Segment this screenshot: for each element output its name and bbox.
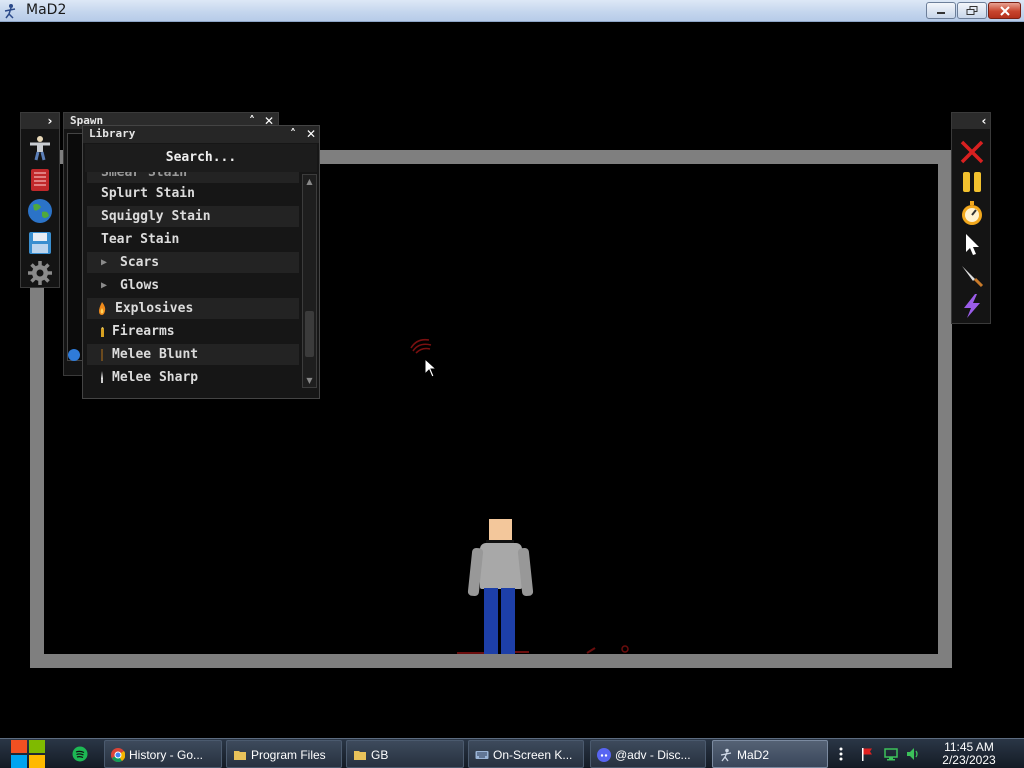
taskbar-item-chrome[interactable]: History - Go... — [104, 740, 222, 768]
close-library-icon[interactable]: ✕ — [304, 127, 318, 141]
more-options-icon[interactable] — [836, 747, 846, 761]
taskbar-item-onscreen-keyboard[interactable]: On-Screen K... — [468, 740, 584, 768]
knife-tool-icon[interactable] — [959, 262, 985, 288]
list-item[interactable]: Splurt Stain — [87, 183, 299, 204]
ragdoll-right-leg — [501, 588, 515, 654]
category-firearms[interactable]: Firearms — [87, 321, 299, 342]
scroll-down-icon[interactable]: ▼ — [304, 375, 315, 386]
clock-date: 2/23/2023 — [942, 753, 996, 767]
list-item[interactable]: Squiggly Stain — [87, 206, 299, 227]
list-item[interactable]: Tear Stain — [87, 229, 299, 250]
ragdoll-human[interactable] — [467, 516, 534, 656]
list-item[interactable]: Smear Stain — [87, 172, 299, 183]
system-clock[interactable]: 11:45 AM 2/23/2023 — [932, 741, 1006, 767]
minimize-icon — [937, 11, 945, 14]
restore-button[interactable] — [957, 2, 987, 19]
flame-icon — [99, 302, 106, 315]
library-panel: Library ˄ ✕ Search... Smear Stain Splurt… — [82, 125, 320, 399]
expand-chevron-icon[interactable]: › — [43, 114, 57, 128]
restore-icon — [966, 5, 978, 15]
taskbar-item-mad2[interactable]: MaD2 — [712, 740, 828, 768]
library-list: Smear Stain Splurt Stain Squiggly Stain … — [83, 172, 301, 394]
close-window-button[interactable] — [988, 2, 1021, 19]
stopwatch-icon[interactable] — [959, 200, 985, 226]
mouse-cursor-icon — [424, 358, 438, 378]
start-windows-icon[interactable] — [8, 739, 48, 768]
left-toolbar-header: › — [21, 113, 59, 129]
category-melee-blunt[interactable]: Melee Blunt — [87, 344, 299, 365]
folder-icon — [234, 751, 246, 760]
folder-item-scars[interactable]: ▶ Scars — [87, 252, 299, 273]
lightning-icon[interactable] — [959, 293, 985, 319]
mad2-app-icon — [4, 4, 16, 19]
expand-triangle-icon[interactable]: ▶ — [101, 275, 107, 296]
save-icon[interactable] — [27, 230, 53, 256]
globe-icon[interactable] — [27, 198, 53, 224]
taskbar-item-program-files[interactable]: Program Files — [226, 740, 342, 768]
discord-icon — [597, 748, 611, 762]
ragdoll-left-leg — [484, 588, 498, 654]
bullet-icon — [101, 327, 104, 337]
scrollbar-thumb[interactable] — [305, 311, 314, 357]
action-center-flag-icon[interactable] — [860, 747, 874, 761]
blood-splatter — [410, 338, 432, 354]
library-panel-header: Library ˄ ✕ — [83, 126, 319, 143]
category-explosives[interactable]: Explosives — [87, 298, 299, 319]
pointer-icon[interactable] — [959, 231, 985, 257]
scroll-up-icon[interactable]: ▲ — [304, 176, 315, 187]
right-toolbar: ‹ — [951, 112, 991, 324]
taskbar-item-gb[interactable]: GB — [346, 740, 464, 768]
ragdoll-right-arm — [517, 547, 534, 597]
bat-icon — [101, 349, 103, 361]
chrome-icon — [111, 748, 125, 762]
folder-icon — [354, 751, 366, 760]
folder-item-glows[interactable]: ▶ Glows — [87, 275, 299, 296]
taskbar-item-discord[interactable]: @adv - Disc... — [590, 740, 706, 768]
search-icon[interactable] — [68, 349, 80, 361]
library-scrollbar[interactable]: ▲ ▼ — [302, 174, 317, 388]
ragdoll-head — [489, 519, 512, 541]
spotify-icon[interactable] — [72, 746, 88, 762]
library-search-field[interactable]: Search... — [85, 144, 317, 172]
library-panel-title: Library — [89, 127, 136, 140]
collapse-chevron-icon[interactable]: ‹ — [977, 114, 991, 128]
category-melee-sharp[interactable]: Melee Sharp — [87, 367, 299, 388]
close-icon — [999, 5, 1010, 16]
delete-icon[interactable] — [959, 139, 985, 165]
knife-icon — [101, 371, 103, 383]
taskbar: History - Go... Program Files GB On-Scre… — [0, 738, 1024, 768]
left-toolbar: › — [20, 112, 60, 288]
window-title: MaD2 — [26, 2, 67, 18]
minimize-button[interactable] — [926, 2, 956, 19]
expand-triangle-icon[interactable]: ▶ — [101, 252, 107, 273]
keyboard-icon — [475, 751, 489, 759]
ragdoll-icon[interactable] — [27, 135, 53, 161]
window-titlebar: MaD2 — [0, 0, 1024, 22]
right-toolbar-header: ‹ — [952, 113, 990, 129]
book-icon[interactable] — [27, 167, 53, 193]
volume-icon[interactable] — [906, 747, 920, 761]
pause-icon[interactable] — [959, 169, 985, 195]
network-icon[interactable] — [884, 747, 898, 761]
mad2-icon — [720, 748, 732, 762]
gear-icon[interactable] — [27, 260, 53, 286]
collapse-chevron-icon[interactable]: ˄ — [286, 127, 300, 141]
ragdoll-torso — [480, 543, 522, 589]
